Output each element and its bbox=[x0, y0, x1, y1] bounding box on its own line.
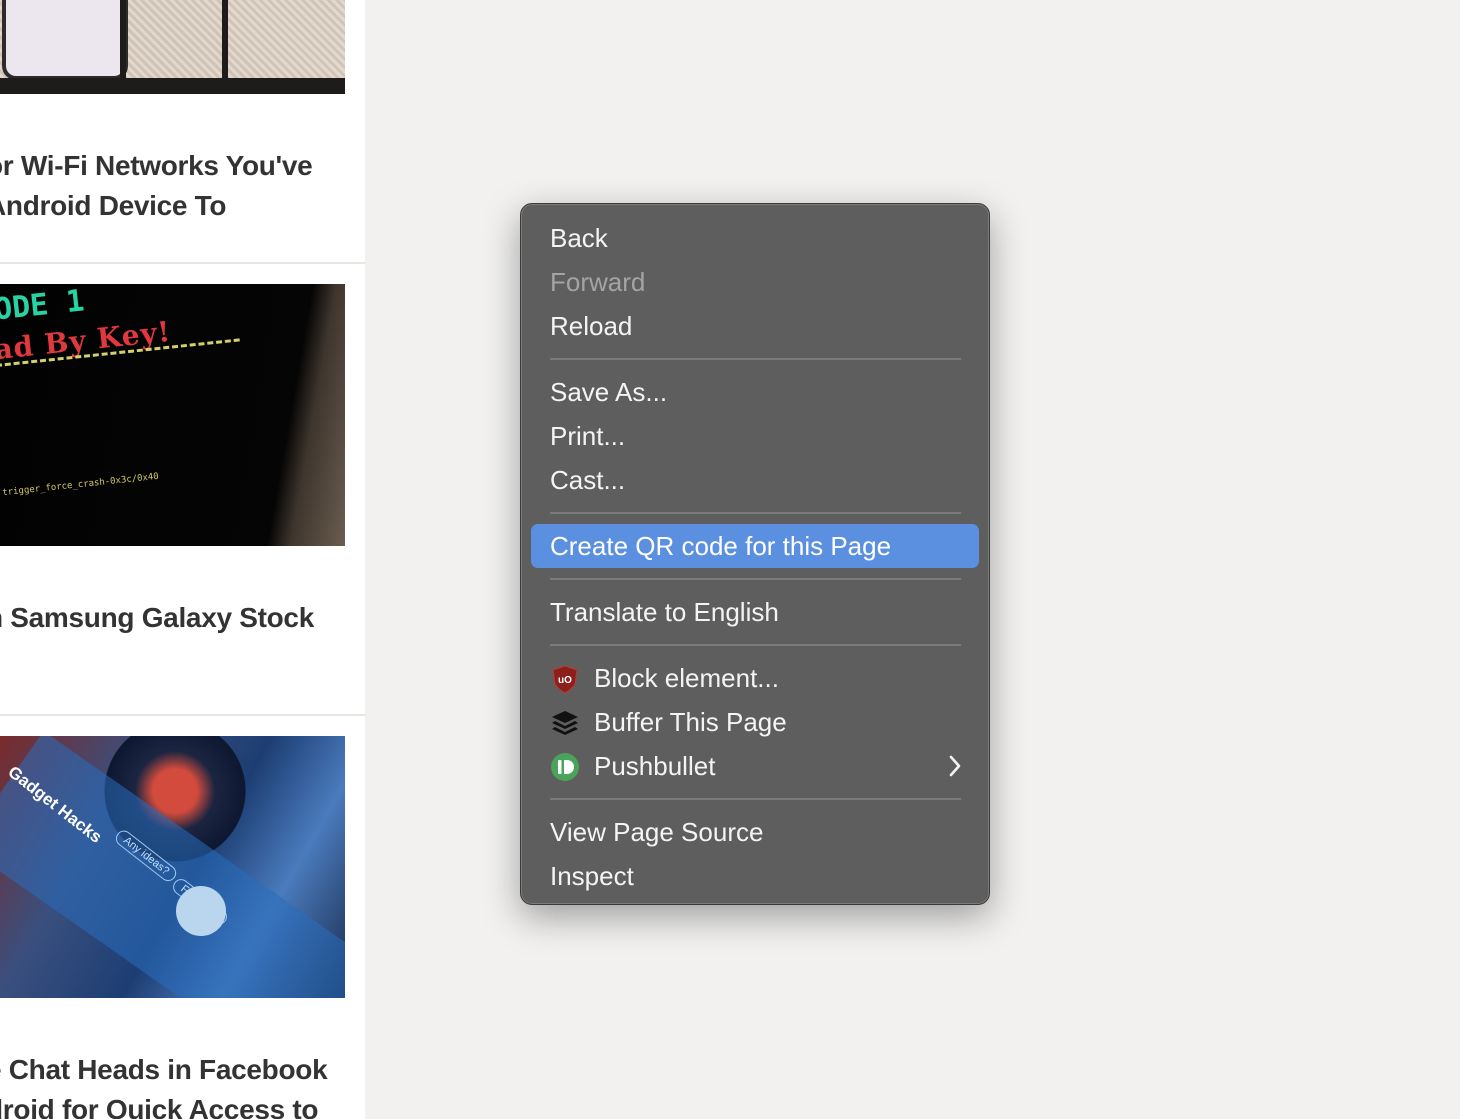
headline-line: or Wi-Fi Networks You've bbox=[0, 150, 313, 181]
menu-item-inspect[interactable]: Inspect bbox=[531, 854, 979, 898]
article-list: or Wi-Fi Networks You've Android Device … bbox=[0, 0, 365, 1119]
menu-separator bbox=[550, 578, 961, 580]
article-thumbnail-phone[interactable] bbox=[0, 0, 345, 94]
buffer-layers-icon bbox=[552, 711, 578, 735]
article-divider bbox=[0, 714, 365, 716]
menu-item-create-qr-code[interactable]: Create QR code for this Page bbox=[531, 524, 979, 568]
context-menu: Back Forward Reload Save As... Print... … bbox=[520, 203, 990, 905]
thumbnail-chat-head bbox=[176, 886, 226, 936]
menu-item-cast[interactable]: Cast... bbox=[531, 458, 979, 502]
ublock-shield-icon: uO bbox=[552, 665, 578, 694]
menu-item-buffer-page[interactable]: Buffer This Page bbox=[531, 700, 979, 744]
headline-line: n Samsung Galaxy Stock bbox=[0, 602, 314, 633]
article-headline[interactable]: e Chat Heads in Facebook droid for Quick… bbox=[0, 1050, 365, 1119]
menu-item-label: Pushbullet bbox=[594, 751, 716, 781]
article-headline[interactable]: or Wi-Fi Networks You've Android Device … bbox=[0, 146, 365, 226]
menu-item-view-source[interactable]: View Page Source bbox=[531, 810, 979, 854]
menu-item-label: Buffer This Page bbox=[594, 707, 787, 737]
menu-item-block-element[interactable]: uO Block element... bbox=[531, 656, 979, 700]
thumbnail-railing-post bbox=[222, 0, 228, 94]
article-divider bbox=[0, 262, 365, 264]
headline-line: Android Device To bbox=[0, 190, 227, 221]
menu-item-label: Block element... bbox=[594, 663, 779, 693]
article-thumbnail-facebook[interactable]: Gadget Hacks Any ideas? Following bbox=[0, 736, 345, 998]
article-headline[interactable]: n Samsung Galaxy Stock bbox=[0, 598, 365, 638]
svg-text:uO: uO bbox=[558, 675, 572, 686]
menu-item-pushbullet[interactable]: Pushbullet bbox=[531, 744, 979, 788]
thumbnail-phone-shape bbox=[2, 0, 128, 80]
menu-separator bbox=[550, 798, 961, 800]
headline-line: e Chat Heads in Facebook bbox=[0, 1054, 328, 1085]
article-thumbnail-recovery[interactable]: ODE 1 ad By Key! trigger_force_crash-0x3… bbox=[0, 284, 345, 546]
menu-separator bbox=[550, 644, 961, 646]
chevron-right-icon bbox=[949, 755, 961, 777]
pushbullet-icon bbox=[551, 753, 579, 781]
menu-item-forward: Forward bbox=[550, 267, 646, 297]
menu-item-save-as[interactable]: Save As... bbox=[531, 370, 979, 414]
menu-separator bbox=[550, 358, 961, 360]
thumbnail-railing-post bbox=[120, 0, 126, 94]
menu-item-print[interactable]: Print... bbox=[531, 414, 979, 458]
headline-line: droid for Quick Access to bbox=[0, 1094, 319, 1119]
recovery-mode-text: ODE 1 bbox=[0, 284, 86, 328]
menu-item-translate[interactable]: Translate to English bbox=[531, 590, 979, 634]
recovery-small-text: trigger_force_crash-0x3c/0x40 bbox=[1, 471, 160, 499]
menu-item-back[interactable]: Back bbox=[531, 216, 979, 260]
menu-item-reload[interactable]: Reload bbox=[531, 304, 979, 348]
menu-separator bbox=[550, 512, 961, 514]
thumbnail-railing bbox=[0, 78, 345, 94]
